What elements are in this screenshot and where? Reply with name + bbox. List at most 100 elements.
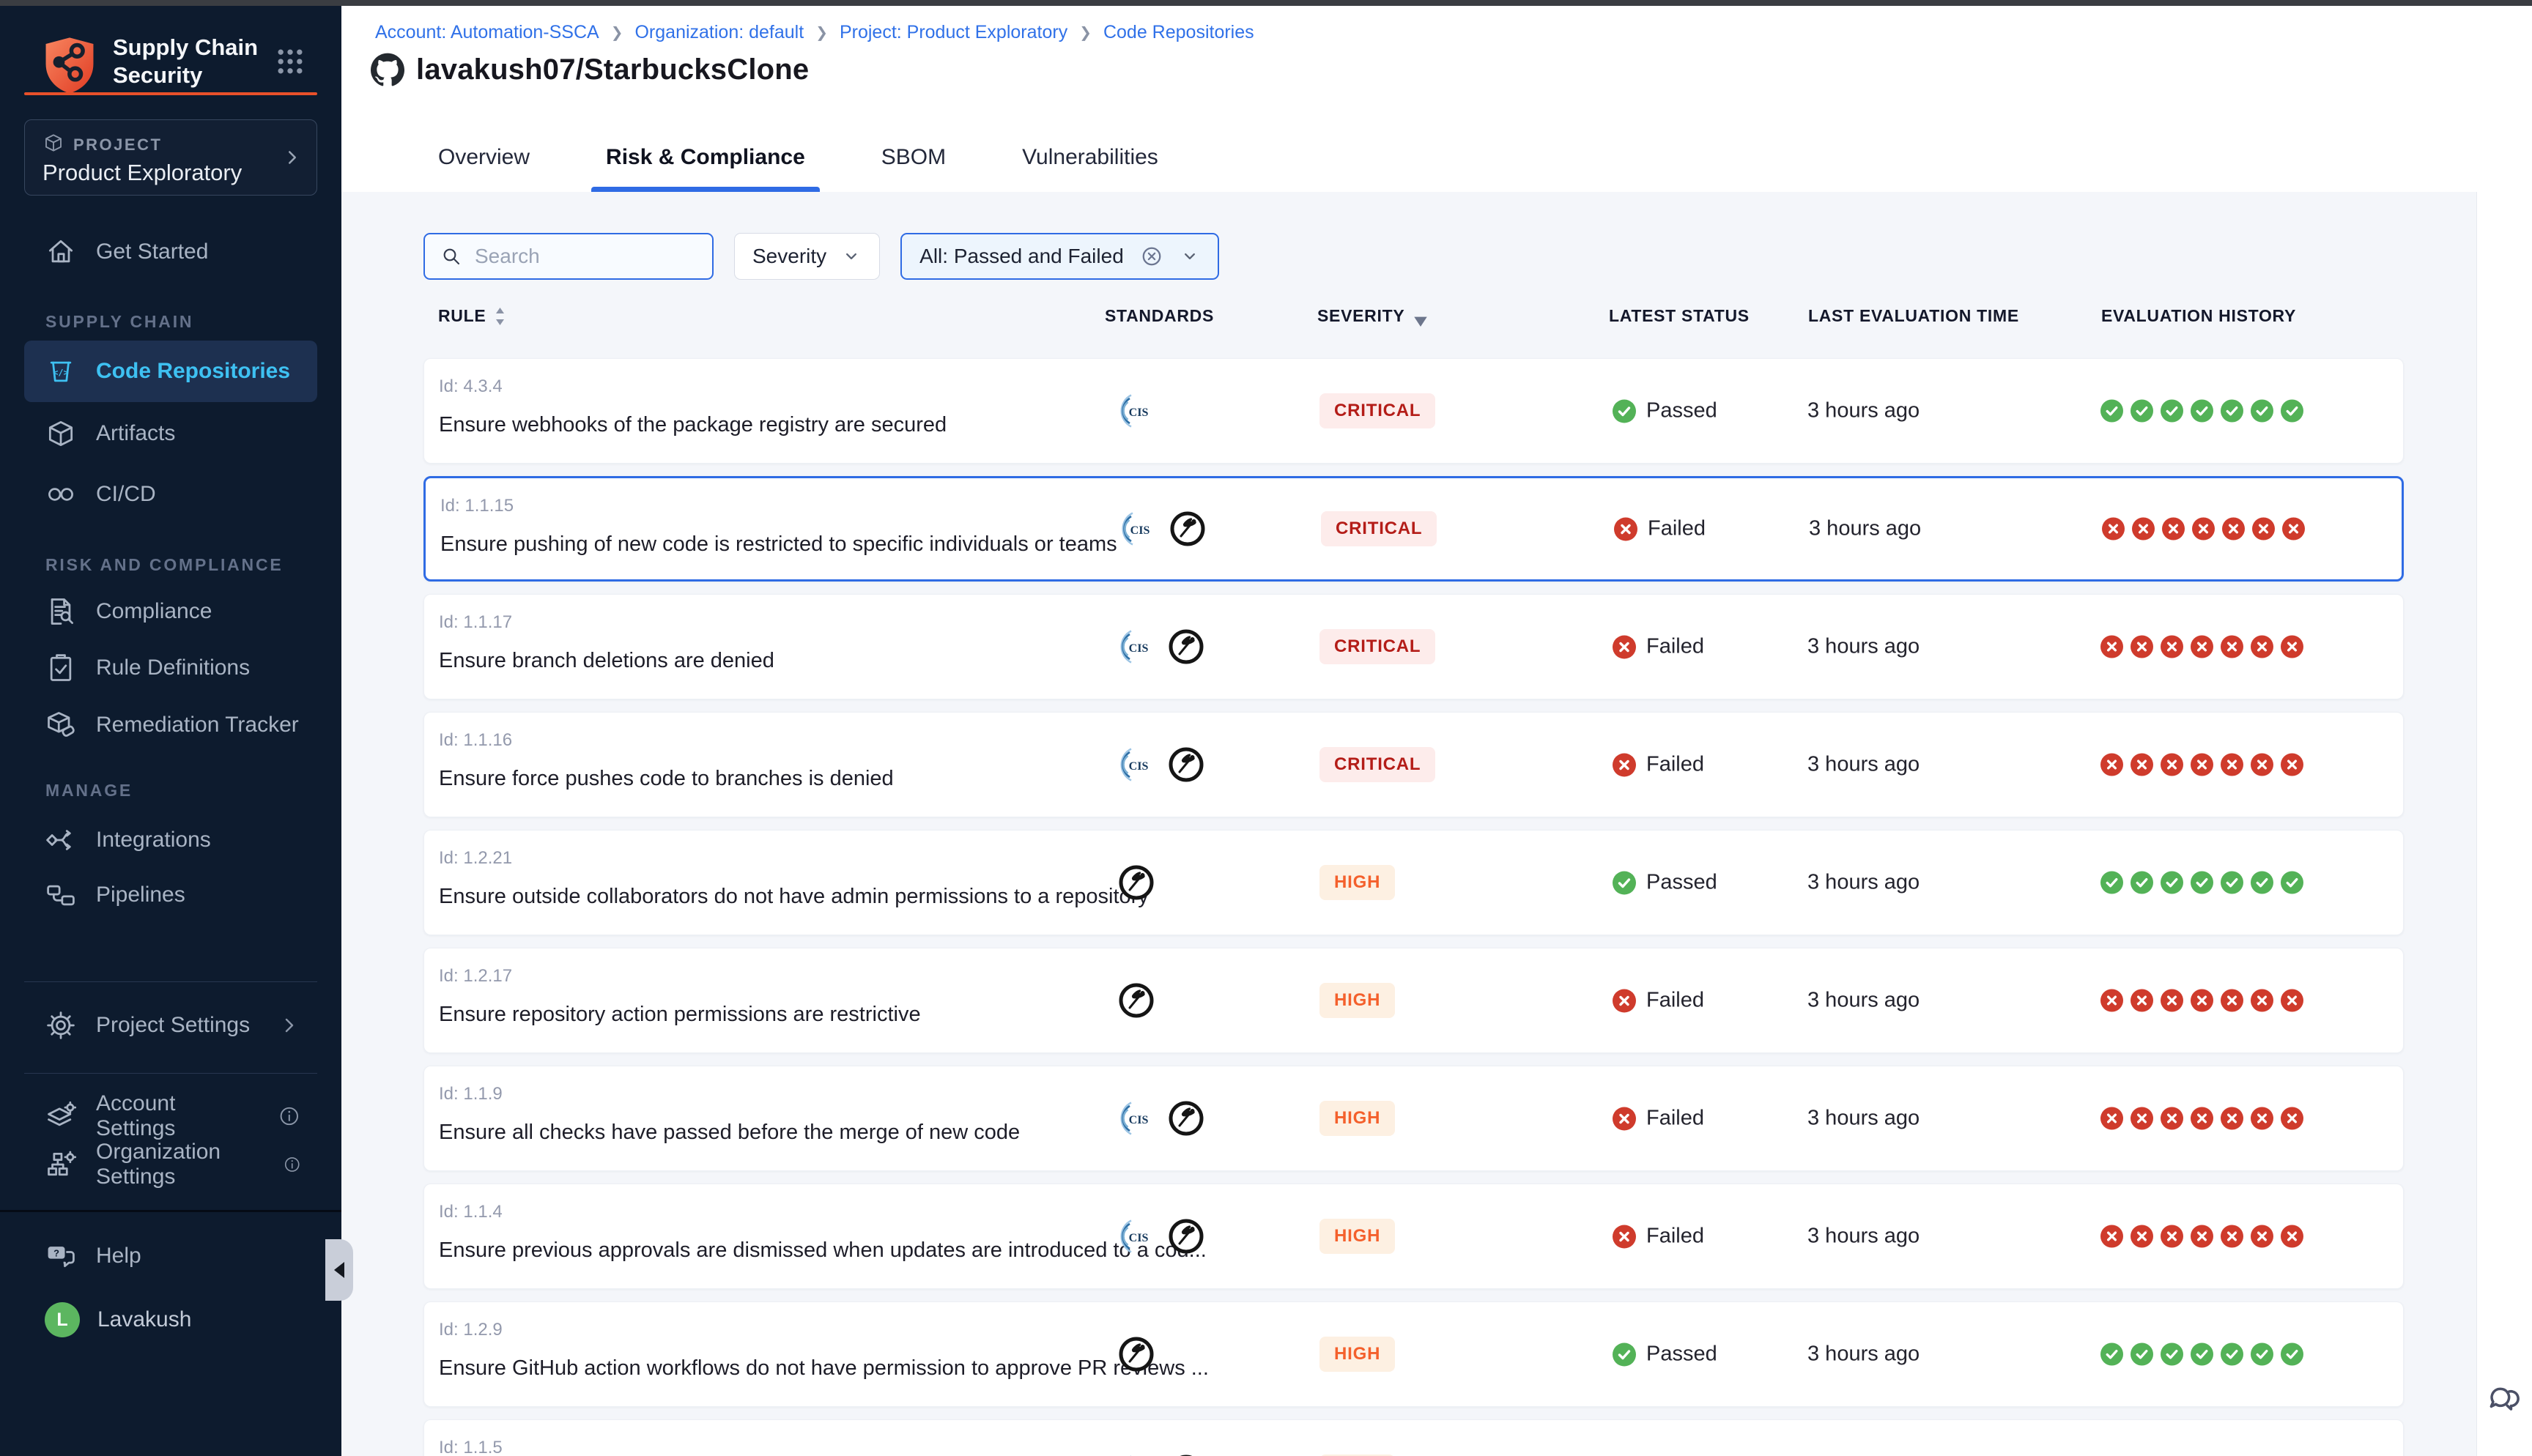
right-gutter xyxy=(2476,192,2532,1456)
main-area: Account: Automation-SSCA❯Organization: d… xyxy=(341,6,2532,1456)
sidebar-item-help[interactable]: ?Help xyxy=(24,1232,317,1280)
tab-risk-compliance[interactable]: Risk & Compliance xyxy=(591,145,820,192)
chat-help-icon[interactable] xyxy=(2485,1381,2522,1418)
chevron-right-icon xyxy=(281,146,303,168)
info-icon[interactable] xyxy=(283,1153,301,1176)
sidebar-item-integrations[interactable]: Integrations xyxy=(24,816,317,864)
sidebar-item-label: Help xyxy=(96,1244,141,1269)
owasp-standard-icon xyxy=(1169,510,1207,548)
table-row[interactable]: Id: 1.1.17Ensure branch deletions are de… xyxy=(423,594,2404,699)
table-row[interactable]: Id: 1.1.9Ensure all checks have passed b… xyxy=(423,1066,2404,1171)
app-grid-icon[interactable] xyxy=(274,45,306,78)
cis-standard-icon: CIS xyxy=(1117,746,1155,784)
rule-id: Id: 1.1.4 xyxy=(439,1202,503,1222)
breadcrumb-link[interactable]: Organization: default xyxy=(634,22,804,43)
breadcrumb-link[interactable]: Code Repositories xyxy=(1103,22,1254,43)
evaluation-history-cell xyxy=(2100,872,2303,894)
last-evaluation-time: 3 hours ago xyxy=(1809,517,1921,541)
sidebar-item-get-started[interactable]: Get Started xyxy=(24,228,317,276)
column-header-rule[interactable]: RULE xyxy=(438,306,506,326)
search-icon xyxy=(440,245,463,268)
status-label: Passed xyxy=(1646,399,1717,423)
fail-x-icon xyxy=(2281,1225,2303,1248)
pass-check-icon xyxy=(2161,400,2183,423)
last-evaluation-time: 3 hours ago xyxy=(1807,1225,1920,1249)
breadcrumb: Account: Automation-SSCA❯Organization: d… xyxy=(375,22,1254,43)
sidebar-item-pipelines[interactable]: Pipelines xyxy=(24,871,317,919)
fail-x-icon xyxy=(2282,518,2305,541)
chevron-down-icon xyxy=(841,246,862,267)
table-row[interactable]: Id: 1.1.16Ensure force pushes code to br… xyxy=(423,712,2404,817)
severity-filter[interactable]: Severity xyxy=(734,233,880,280)
evaluation-history-cell xyxy=(2100,1343,2303,1366)
evaluation-history-cell xyxy=(2100,989,2303,1012)
fail-x-icon xyxy=(2251,1225,2273,1248)
pass-check-icon xyxy=(2100,872,2123,894)
breadcrumb-link[interactable]: Account: Automation-SSCA xyxy=(375,22,599,43)
pass-check-icon xyxy=(2251,1343,2273,1366)
column-header-severity[interactable]: SEVERITY xyxy=(1317,306,1428,326)
sidebar-item-code-repositories[interactable]: </>Code Repositories xyxy=(24,341,317,402)
severity-filter-label: Severity xyxy=(752,245,826,268)
severity-badge: CRITICAL xyxy=(1319,747,1435,782)
tab-overview[interactable]: Overview xyxy=(423,145,544,192)
fail-x-icon xyxy=(2221,1225,2243,1248)
sidebar-item-organization-settings[interactable]: Organization Settings xyxy=(24,1140,317,1189)
clear-filter-icon[interactable] xyxy=(1139,243,1165,270)
status-label: Failed xyxy=(1646,753,1704,777)
table-row[interactable]: Id: 1.1.15Ensure pushing of new code is … xyxy=(423,476,2404,582)
info-icon[interactable] xyxy=(278,1104,301,1128)
column-header-standards: STANDARDS xyxy=(1105,306,1214,326)
user-name: Lavakush xyxy=(97,1307,191,1332)
column-header-latest-status: LATEST STATUS xyxy=(1609,306,1750,326)
sidebar-item-artifacts[interactable]: Artifacts xyxy=(24,409,317,458)
fail-x-icon xyxy=(2161,754,2183,776)
table-row[interactable]: Id: 1.1.5CISHIGHFailed3 hours ago xyxy=(423,1419,2404,1456)
fail-x-icon xyxy=(2251,754,2273,776)
fail-x-icon xyxy=(2100,989,2123,1012)
cis-standard-icon: CIS xyxy=(1117,1453,1155,1456)
last-evaluation-time: 3 hours ago xyxy=(1807,1107,1920,1131)
sidebar-item-label: Account Settings xyxy=(96,1091,259,1141)
code-repo-icon: </> xyxy=(45,355,77,387)
tab-sbom[interactable]: SBOM xyxy=(867,145,960,192)
sidebar-item-compliance[interactable]: Compliance xyxy=(24,587,317,636)
standards-cell xyxy=(1117,981,1155,1019)
collapse-arrow-icon xyxy=(334,1262,344,1278)
owasp-standard-icon xyxy=(1117,1335,1155,1373)
standards-cell: CIS xyxy=(1117,392,1155,430)
sidebar-item-project-settings[interactable]: Project Settings xyxy=(24,1001,317,1050)
column-header-evaluation-history: EVALUATION HISTORY xyxy=(2101,306,2296,326)
sidebar-item-remediation-tracker[interactable]: Remediation Tracker xyxy=(24,701,317,749)
svg-text:CIS: CIS xyxy=(1129,760,1149,773)
status-filter-label: All: Passed and Failed xyxy=(919,245,1124,268)
sidebar-collapse-handle[interactable] xyxy=(325,1239,353,1301)
sidebar-item-account-settings[interactable]: Account Settings xyxy=(24,1092,317,1140)
latest-status-cell: Failed xyxy=(1613,635,1704,659)
sidebar-item-label: Project Settings xyxy=(96,1013,250,1038)
svg-text:CIS: CIS xyxy=(1129,1114,1149,1126)
layers-icon xyxy=(45,1100,77,1132)
last-evaluation-time: 3 hours ago xyxy=(1807,753,1920,777)
sidebar-user[interactable]: LLavakush xyxy=(24,1296,317,1344)
table-row[interactable]: Id: 1.2.21Ensure outside collaborators d… xyxy=(423,830,2404,935)
breadcrumb-link[interactable]: Project: Product Exploratory xyxy=(840,22,1067,43)
sidebar-item-rule-definitions[interactable]: Rule Definitions xyxy=(24,644,317,692)
fail-x-icon xyxy=(2191,754,2213,776)
fail-x-icon xyxy=(2251,989,2273,1012)
status-label: Failed xyxy=(1648,517,1706,541)
status-label: Failed xyxy=(1646,1225,1704,1249)
table-row[interactable]: Id: 1.2.17Ensure repository action permi… xyxy=(423,948,2404,1053)
project-selector[interactable]: PROJECT Product Exploratory xyxy=(24,119,317,196)
rule-id: Id: 1.1.17 xyxy=(439,612,512,633)
search-input[interactable] xyxy=(475,245,680,268)
table-row[interactable]: Id: 1.1.4Ensure previous approvals are d… xyxy=(423,1184,2404,1289)
sidebar-item-ci-cd[interactable]: CI/CD xyxy=(24,470,317,519)
sidebar-item-label: Remediation Tracker xyxy=(96,713,299,738)
table-row[interactable]: Id: 1.2.9Ensure GitHub action workflows … xyxy=(423,1301,2404,1407)
table-row[interactable]: Id: 4.3.4Ensure webhooks of the package … xyxy=(423,358,2404,464)
sidebar-divider xyxy=(24,981,317,982)
pass-check-icon xyxy=(2131,1343,2153,1366)
status-filter[interactable]: All: Passed and Failed xyxy=(900,233,1219,280)
tab-vulnerabilities[interactable]: Vulnerabilities xyxy=(1007,145,1173,192)
